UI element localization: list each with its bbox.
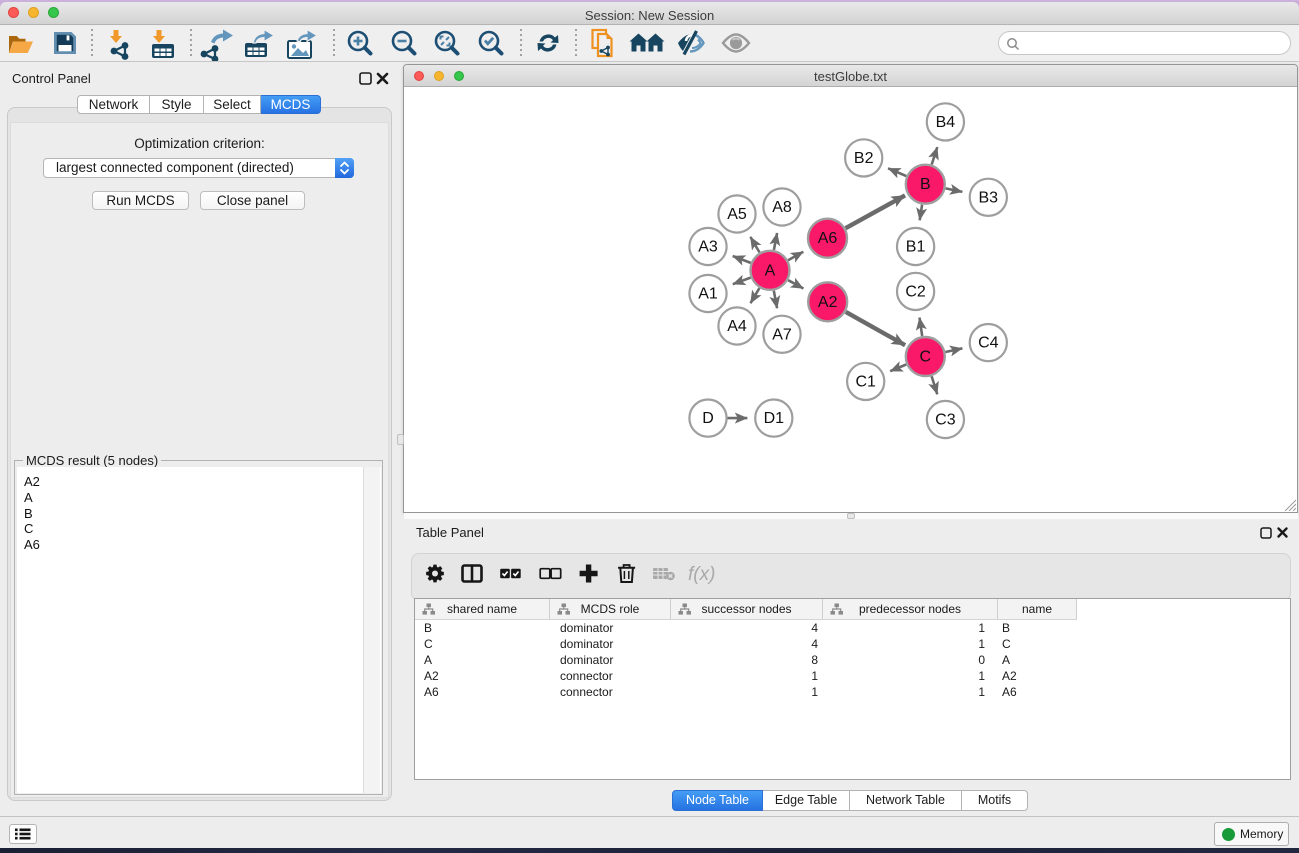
svg-text:A: A: [765, 262, 776, 279]
svg-text:f(x): f(x): [688, 564, 715, 585]
svg-text:B: B: [920, 176, 931, 193]
svg-text:A1: A1: [698, 286, 718, 303]
svg-text:C3: C3: [935, 412, 956, 429]
svg-text:B2: B2: [854, 150, 874, 167]
svg-text:B1: B1: [906, 239, 926, 256]
svg-text:A2: A2: [818, 294, 838, 311]
svg-text:B4: B4: [936, 114, 956, 131]
svg-text:B3: B3: [979, 189, 999, 206]
svg-text:C2: C2: [905, 283, 926, 300]
svg-text:A5: A5: [727, 206, 747, 223]
svg-text:C1: C1: [855, 373, 876, 390]
svg-text:C4: C4: [978, 335, 999, 352]
svg-text:A7: A7: [772, 326, 792, 343]
svg-text:A4: A4: [727, 318, 747, 335]
svg-text:A6: A6: [818, 230, 838, 247]
svg-text:A3: A3: [698, 239, 718, 256]
svg-text:C: C: [920, 349, 932, 366]
svg-text:D1: D1: [764, 410, 785, 427]
svg-text:D: D: [702, 410, 714, 427]
svg-text:A8: A8: [772, 199, 792, 216]
